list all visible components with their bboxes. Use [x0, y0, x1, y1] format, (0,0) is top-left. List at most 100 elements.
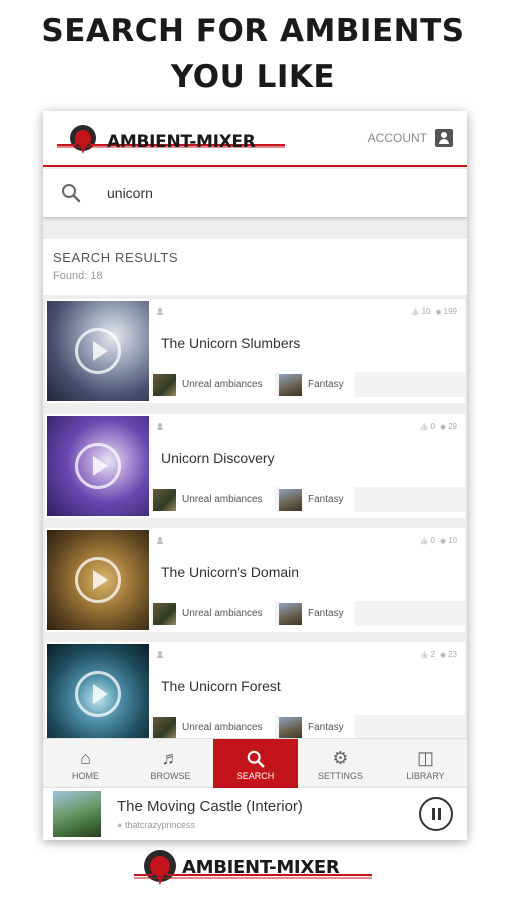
result-title[interactable]: The Unicorn's Domain: [161, 564, 299, 580]
genre-label: Fantasy: [308, 608, 344, 619]
likes-count: 0: [420, 422, 435, 431]
promo-headline: SEARCH FOR AMBIENTS YOU LIKE: [0, 8, 506, 100]
pause-button[interactable]: [419, 797, 453, 831]
play-icon[interactable]: [75, 671, 121, 717]
logo-text: AMBIENT-MIXER: [182, 857, 340, 878]
thumbnail-image[interactable]: [47, 530, 149, 630]
account-button[interactable]: ACCOUNT: [368, 129, 453, 147]
bottom-navigation: ⌂ HOME ♬ BROWSE SEARCH ⚙ SETTINGS ◫ LIBR…: [43, 738, 467, 789]
result-title[interactable]: Unicorn Discovery: [161, 450, 275, 466]
views-count: 10: [440, 536, 457, 545]
now-playing-bar[interactable]: The Moving Castle (Interior) ● thatcrazy…: [43, 788, 467, 840]
user-icon: [157, 537, 163, 544]
genre-thumbnail: [279, 602, 302, 625]
category-label: Unreal ambiances: [182, 722, 263, 733]
search-input[interactable]: [107, 181, 427, 205]
category-thumbnail: [153, 602, 176, 625]
genre-thumbnail: [279, 373, 302, 396]
category-thumbnail: [153, 716, 176, 739]
headline-line-1: SEARCH FOR AMBIENTS: [41, 13, 465, 49]
result-stats: 10 199: [411, 307, 457, 316]
queue-music-icon: ♬: [161, 748, 180, 768]
category-label: Unreal ambiances: [182, 494, 263, 505]
headline-line-2: YOU LIKE: [170, 59, 336, 95]
nav-search[interactable]: SEARCH: [213, 739, 298, 789]
genre-tag[interactable]: Fantasy: [279, 715, 355, 740]
account-box-icon: [435, 129, 453, 147]
category-thumbnail: [153, 488, 176, 511]
views-count: 29: [440, 422, 457, 431]
category-tag[interactable]: Unreal ambiances: [153, 715, 275, 740]
gear-icon: ⚙: [332, 748, 349, 768]
account-label: ACCOUNT: [367, 131, 427, 145]
views-count: 199: [436, 307, 457, 316]
nav-settings[interactable]: ⚙ SETTINGS: [298, 739, 383, 789]
user-icon: [157, 423, 163, 430]
nav-settings-label: SETTINGS: [317, 771, 363, 781]
results-title: SEARCH RESULTS: [53, 250, 179, 265]
results-count: Found: 18: [53, 270, 103, 282]
nav-library[interactable]: ◫ LIBRARY: [383, 739, 467, 789]
app-header: AMBIENT-MIXER ACCOUNT: [43, 111, 467, 167]
tag-row: Unreal ambiances Fantasy: [151, 601, 465, 626]
genre-label: Fantasy: [308, 379, 344, 390]
now-playing-artwork[interactable]: [53, 791, 101, 837]
result-card[interactable]: 0 10 The Unicorn's Domain Unreal ambianc…: [45, 528, 465, 632]
now-playing-title: The Moving Castle (Interior): [117, 798, 303, 815]
category-thumbnail: [153, 373, 176, 396]
play-icon[interactable]: [75, 328, 121, 374]
thumbnail-image[interactable]: [47, 644, 149, 744]
library-music-icon: ◫: [416, 748, 434, 768]
search-icon: [213, 748, 298, 768]
logo-text: AMBIENT-MIXER: [107, 132, 256, 152]
user-icon: [157, 651, 163, 658]
category-label: Unreal ambiances: [182, 608, 263, 619]
tag-row: Unreal ambiances Fantasy: [151, 715, 465, 740]
app-screen: AMBIENT-MIXER ACCOUNT SEARCH RESULTS Fou…: [43, 111, 467, 840]
category-label: Unreal ambiances: [182, 379, 263, 390]
genre-tag[interactable]: Fantasy: [279, 372, 355, 397]
tag-row: Unreal ambiances Fantasy: [151, 372, 465, 397]
category-tag[interactable]: Unreal ambiances: [153, 487, 275, 512]
nav-browse[interactable]: ♬ BROWSE: [128, 739, 213, 789]
result-title[interactable]: The Unicorn Forest: [161, 678, 281, 694]
category-tag[interactable]: Unreal ambiances: [153, 372, 275, 397]
result-stats: 0 29: [420, 422, 457, 431]
ambient-mixer-logo[interactable]: AMBIENT-MIXER: [57, 123, 287, 157]
search-bar: [43, 169, 467, 217]
views-count: 23: [440, 650, 457, 659]
category-tag[interactable]: Unreal ambiances: [153, 601, 275, 626]
tag-row: Unreal ambiances Fantasy: [151, 487, 465, 512]
thumbnail-image[interactable]: [47, 416, 149, 516]
user-icon: [157, 308, 163, 315]
genre-label: Fantasy: [308, 494, 344, 505]
genre-tag[interactable]: Fantasy: [279, 601, 355, 626]
now-playing-username: thatcrazyprincess: [124, 820, 195, 830]
nav-search-label: SEARCH: [236, 771, 275, 781]
likes-count: 0: [420, 536, 435, 545]
genre-tag[interactable]: Fantasy: [279, 487, 355, 512]
genre-thumbnail: [279, 716, 302, 739]
nav-home-label: HOME: [72, 771, 99, 781]
result-title[interactable]: The Unicorn Slumbers: [161, 335, 300, 351]
play-icon[interactable]: [75, 443, 121, 489]
result-stats: 0 10: [420, 536, 457, 545]
result-stats: 2 23: [420, 650, 457, 659]
now-playing-user: ● thatcrazyprincess: [117, 820, 195, 830]
home-icon: ⌂: [80, 748, 91, 768]
result-card[interactable]: 10 199 The Unicorn Slumbers Unreal ambia…: [45, 299, 465, 403]
nav-library-label: LIBRARY: [406, 771, 445, 781]
nav-home[interactable]: ⌂ HOME: [43, 739, 128, 789]
footer-logo: AMBIENT-MIXER: [134, 846, 374, 890]
likes-count: 2: [420, 650, 435, 659]
nav-browse-label: BROWSE: [150, 771, 191, 781]
user-icon: ●: [117, 820, 123, 830]
genre-thumbnail: [279, 488, 302, 511]
result-card[interactable]: 0 29 Unicorn Discovery Unreal ambiances …: [45, 414, 465, 518]
genre-label: Fantasy: [308, 722, 344, 733]
result-card[interactable]: 2 23 The Unicorn Forest Unreal ambiances…: [45, 642, 465, 746]
search-icon[interactable]: [61, 183, 81, 203]
thumbnail-image[interactable]: [47, 301, 149, 401]
play-icon[interactable]: [75, 557, 121, 603]
search-results-header: SEARCH RESULTS Found: 18: [43, 239, 467, 295]
